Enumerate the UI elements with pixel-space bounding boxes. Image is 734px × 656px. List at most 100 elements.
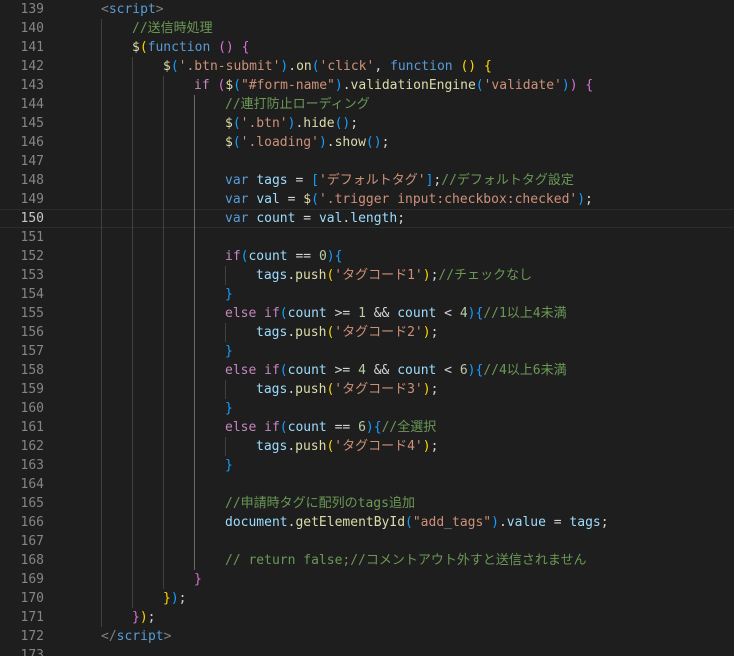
code-line[interactable]: 165 //申請時タグに配列のtags追加 xyxy=(0,494,734,513)
code-line[interactable]: 140 //送信時処理 xyxy=(0,19,734,38)
indent-guide xyxy=(194,228,195,247)
code-line[interactable]: 142 $('.btn-submit').on('click', function… xyxy=(0,57,734,76)
indent-guide xyxy=(132,285,133,304)
indent-guide xyxy=(163,494,164,513)
code-token: tags xyxy=(256,439,288,454)
code-line[interactable]: 163} xyxy=(0,456,734,475)
code-token: getElementById xyxy=(295,515,406,530)
indent-guide xyxy=(163,570,164,589)
code-text: // return false;//コメントアウト外すと送信されません xyxy=(225,551,587,570)
code-text: if ($("#form-name").validationEngine('va… xyxy=(194,76,593,95)
code-token: function xyxy=(390,59,453,74)
indent-guide xyxy=(101,475,102,494)
code-line[interactable]: 159 tags.push('タグコード3'); xyxy=(0,380,734,399)
code-line[interactable]: 162 tags.push('タグコード4'); xyxy=(0,437,734,456)
line-number: 172 xyxy=(20,629,44,644)
indent-guide xyxy=(194,494,195,513)
code-token: push xyxy=(295,439,327,454)
code-line[interactable]: 155 else if(count >= 1 && count < 4){//1以… xyxy=(0,304,734,323)
indent-guide xyxy=(194,190,195,209)
code-token: $ xyxy=(163,59,171,74)
code-line[interactable]: 144 //連打防止ローディング xyxy=(0,95,734,114)
indent-guide xyxy=(132,323,133,342)
code-token: () xyxy=(365,135,382,150)
code-token: >= xyxy=(326,363,359,378)
indent-guide xyxy=(132,513,133,532)
indent-guide xyxy=(101,380,102,399)
code-line[interactable]: 151 xyxy=(0,228,734,247)
code-line[interactable]: 160} xyxy=(0,399,734,418)
code-line[interactable]: 161 else if(count == 6){//全選択 xyxy=(0,418,734,437)
code-token: ( xyxy=(475,78,484,93)
indent-guide xyxy=(163,380,164,399)
indent-guide xyxy=(225,323,226,342)
code-line[interactable]: 167 xyxy=(0,532,734,551)
code-line[interactable]: 147 xyxy=(0,152,734,171)
code-line[interactable]: 168 // return false;//コメントアウト外すと送信されません xyxy=(0,551,734,570)
code-line[interactable]: 139 <script> xyxy=(0,0,734,19)
code-line[interactable]: 173 xyxy=(0,646,734,656)
code-line[interactable]: 149 var val = $('.trigger input:checkbox:… xyxy=(0,190,734,209)
code-line[interactable]: 157} xyxy=(0,342,734,361)
code-token: tags xyxy=(569,515,601,530)
line-number: 155 xyxy=(20,306,44,321)
code-line[interactable]: 164 xyxy=(0,475,734,494)
code-text: } xyxy=(225,285,233,304)
code-token: . xyxy=(287,439,296,454)
code-token: "#form-name" xyxy=(240,78,335,93)
code-token: if xyxy=(194,78,210,93)
code-line[interactable]: 154} xyxy=(0,285,734,304)
indent-guide xyxy=(132,475,133,494)
code-text: } xyxy=(225,342,233,361)
code-line[interactable]: 172 </script> xyxy=(0,627,734,646)
code-token: ) xyxy=(139,610,148,625)
code-editor[interactable]: 139 <script> 140//送信時処理 141 $(function () {1… xyxy=(0,0,734,656)
code-line[interactable]: 170}); xyxy=(0,589,734,608)
indent-guide xyxy=(163,418,164,437)
code-token: . xyxy=(287,268,296,283)
code-token: ) xyxy=(422,382,431,397)
indent-guide xyxy=(132,399,133,418)
code-token: //4以上6未満 xyxy=(483,363,567,378)
indent-guide xyxy=(101,304,102,323)
code-line[interactable]: 153 tags.push('タグコード1');//チェックなし xyxy=(0,266,734,285)
code-line[interactable]: 143 if ($("#form-name").validationEngine(… xyxy=(0,76,734,95)
indent-guide xyxy=(132,171,133,190)
code-line[interactable]: 171}); xyxy=(0,608,734,627)
line-number: 157 xyxy=(20,344,44,359)
indent-guide xyxy=(132,133,133,152)
code-token: 'タグコード2' xyxy=(334,325,423,340)
code-line[interactable]: 169} xyxy=(0,570,734,589)
code-text: tags.push('タグコード2'); xyxy=(256,323,438,342)
code-token: ) xyxy=(318,135,327,150)
indent-guide xyxy=(225,380,226,399)
indent-guide xyxy=(101,494,102,513)
code-token: $ xyxy=(225,135,233,150)
code-line[interactable]: 148 var tags = ['デフォルトタグ'];//デフォルトタグ設定 xyxy=(0,171,734,190)
code-token: ) xyxy=(467,363,476,378)
code-line[interactable]: 152 if(count == 0){ xyxy=(0,247,734,266)
code-token: count xyxy=(397,306,437,321)
code-line[interactable]: 156 tags.push('タグコード2'); xyxy=(0,323,734,342)
code-token: show xyxy=(334,135,366,150)
code-line[interactable]: 166 document.getElementById("add_tags").v… xyxy=(0,513,734,532)
code-line[interactable]: 150 var count = val.length; xyxy=(0,209,734,228)
indent-guide xyxy=(163,475,164,494)
code-token: ) xyxy=(422,268,431,283)
indent-guide xyxy=(132,247,133,266)
code-line[interactable]: 146 $('.loading').show(); xyxy=(0,133,734,152)
code-line[interactable]: 158 else if(count >= 4 && count < 6){//4以… xyxy=(0,361,734,380)
code-token: value xyxy=(506,515,546,530)
code-text: $('.btn-submit').on('click', function ()… xyxy=(163,57,492,76)
code-token: function xyxy=(147,40,211,55)
code-line[interactable]: 141 $(function () { xyxy=(0,38,734,57)
code-token: else xyxy=(225,363,257,378)
code-line[interactable]: 145 $('.btn').hide(); xyxy=(0,114,734,133)
code-token: { xyxy=(585,78,594,93)
indent-guide xyxy=(194,456,195,475)
code-token: ( xyxy=(139,40,148,55)
indent-guide xyxy=(101,399,102,418)
line-number: 162 xyxy=(20,439,44,454)
